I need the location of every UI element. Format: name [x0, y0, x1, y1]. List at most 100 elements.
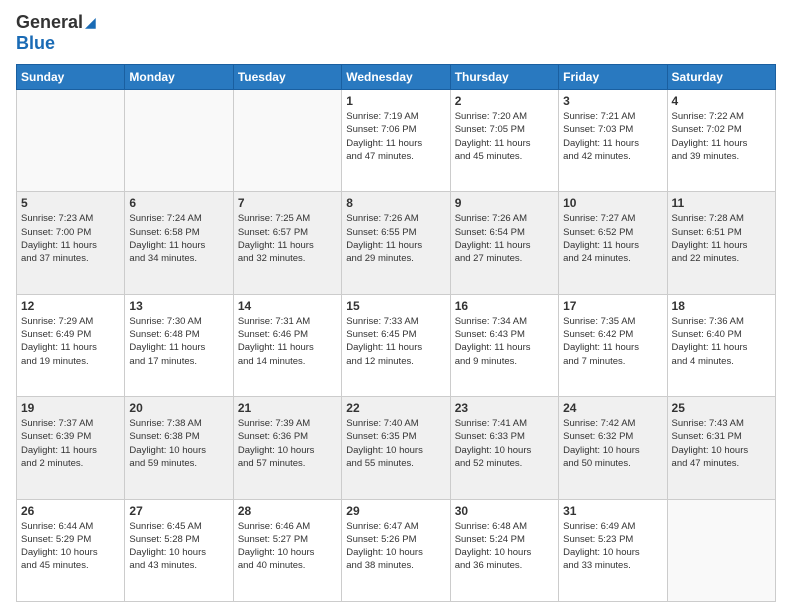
day-number: 5 — [21, 196, 120, 210]
logo-blue-text: Blue — [16, 33, 55, 54]
calendar-header-row: Sunday Monday Tuesday Wednesday Thursday… — [17, 65, 776, 90]
calendar-week-row: 5 Sunrise: 7:23 AM Sunset: 7:00 PM Daylig… — [17, 192, 776, 294]
logo-general-text: General — [16, 12, 83, 33]
table-row: 8 Sunrise: 7:26 AM Sunset: 6:55 PM Daylig… — [342, 192, 450, 294]
table-row: 27 Sunrise: 6:45 AM Sunset: 5:28 PM Dayli… — [125, 499, 233, 601]
day-number: 23 — [455, 401, 554, 415]
table-row: 10 Sunrise: 7:27 AM Sunset: 6:52 PM Dayli… — [559, 192, 667, 294]
table-row: 7Sunrise: 7:25 AM Sunset: 6:57 PM Daylig… — [233, 192, 341, 294]
day-number: 27 — [129, 504, 228, 518]
day-info: Sunrise: 7:38 AM Sunset: 6:38 PM Dayligh… — [129, 417, 228, 470]
day-info: Sunrise: 6:46 AM Sunset: 5:27 PM Dayligh… — [238, 520, 337, 573]
day-info: Sunrise: 7:39 AM Sunset: 6:36 PM Dayligh… — [238, 417, 337, 470]
day-info: Sunrise: 7:42 AM Sunset: 6:32 PM Dayligh… — [563, 417, 662, 470]
day-info: Sunrise: 7:25 AM Sunset: 6:57 PM Dayligh… — [238, 212, 337, 265]
table-row: 29Sunrise: 6:47 AM Sunset: 5:26 PM Dayli… — [342, 499, 450, 601]
day-info: Sunrise: 7:26 AM Sunset: 6:55 PM Dayligh… — [346, 212, 445, 265]
table-row: 12 Sunrise: 7:29 AM Sunset: 6:49 PM Dayli… — [17, 294, 125, 396]
day-info: Sunrise: 7:29 AM Sunset: 6:49 PM Dayligh… — [21, 315, 120, 368]
day-number: 15 — [346, 299, 445, 313]
day-info: Sunrise: 7:20 AM Sunset: 7:05 PM Dayligh… — [455, 110, 554, 163]
day-number: 17 — [563, 299, 662, 313]
table-row: 4Sunrise: 7:22 AM Sunset: 7:02 PM Daylig… — [667, 90, 775, 192]
table-row: 22 Sunrise: 7:40 AM Sunset: 6:35 PM Dayli… — [342, 397, 450, 499]
day-number: 12 — [21, 299, 120, 313]
table-row: 2 Sunrise: 7:20 AM Sunset: 7:05 PM Daylig… — [450, 90, 558, 192]
day-info: Sunrise: 7:23 AM Sunset: 7:00 PM Dayligh… — [21, 212, 120, 265]
day-info: Sunrise: 6:45 AM Sunset: 5:28 PM Dayligh… — [129, 520, 228, 573]
page: General◢ Blue Sunday Monday Tuesday Wedn… — [0, 0, 792, 612]
day-number: 29 — [346, 504, 445, 518]
table-row: 31 Sunrise: 6:49 AM Sunset: 5:23 PM Dayli… — [559, 499, 667, 601]
day-info: Sunrise: 7:22 AM Sunset: 7:02 PM Dayligh… — [672, 110, 771, 163]
table-row: 3 Sunrise: 7:21 AM Sunset: 7:03 PM Daylig… — [559, 90, 667, 192]
day-info: Sunrise: 7:41 AM Sunset: 6:33 PM Dayligh… — [455, 417, 554, 470]
table-row: 19 Sunrise: 7:37 AM Sunset: 6:39 PM Dayli… — [17, 397, 125, 499]
day-info: Sunrise: 7:27 AM Sunset: 6:52 PM Dayligh… — [563, 212, 662, 265]
col-friday: Friday — [559, 65, 667, 90]
day-number: 9 — [455, 196, 554, 210]
table-row — [17, 90, 125, 192]
day-number: 30 — [455, 504, 554, 518]
day-number: 3 — [563, 94, 662, 108]
table-row: 23 Sunrise: 7:41 AM Sunset: 6:33 PM Dayli… — [450, 397, 558, 499]
day-info: Sunrise: 7:28 AM Sunset: 6:51 PM Dayligh… — [672, 212, 771, 265]
day-number: 8 — [346, 196, 445, 210]
col-saturday: Saturday — [667, 65, 775, 90]
day-number: 26 — [21, 504, 120, 518]
day-number: 14 — [238, 299, 337, 313]
day-info: Sunrise: 7:43 AM Sunset: 6:31 PM Dayligh… — [672, 417, 771, 470]
day-info: Sunrise: 6:44 AM Sunset: 5:29 PM Dayligh… — [21, 520, 120, 573]
day-info: Sunrise: 7:21 AM Sunset: 7:03 PM Dayligh… — [563, 110, 662, 163]
table-row: 18 Sunrise: 7:36 AM Sunset: 6:40 PM Dayli… — [667, 294, 775, 396]
day-info: Sunrise: 7:26 AM Sunset: 6:54 PM Dayligh… — [455, 212, 554, 265]
day-number: 22 — [346, 401, 445, 415]
day-info: Sunrise: 7:19 AM Sunset: 7:06 PM Dayligh… — [346, 110, 445, 163]
day-number: 31 — [563, 504, 662, 518]
table-row: 17 Sunrise: 7:35 AM Sunset: 6:42 PM Dayli… — [559, 294, 667, 396]
day-number: 19 — [21, 401, 120, 415]
table-row: 26 Sunrise: 6:44 AM Sunset: 5:29 PM Dayli… — [17, 499, 125, 601]
day-info: Sunrise: 7:37 AM Sunset: 6:39 PM Dayligh… — [21, 417, 120, 470]
day-info: Sunrise: 6:49 AM Sunset: 5:23 PM Dayligh… — [563, 520, 662, 573]
day-number: 1 — [346, 94, 445, 108]
day-number: 18 — [672, 299, 771, 313]
table-row — [667, 499, 775, 601]
day-info: Sunrise: 7:31 AM Sunset: 6:46 PM Dayligh… — [238, 315, 337, 368]
day-info: Sunrise: 6:48 AM Sunset: 5:24 PM Dayligh… — [455, 520, 554, 573]
col-monday: Monday — [125, 65, 233, 90]
day-number: 10 — [563, 196, 662, 210]
day-info: Sunrise: 7:30 AM Sunset: 6:48 PM Dayligh… — [129, 315, 228, 368]
day-number: 2 — [455, 94, 554, 108]
day-info: Sunrise: 7:36 AM Sunset: 6:40 PM Dayligh… — [672, 315, 771, 368]
day-number: 11 — [672, 196, 771, 210]
day-number: 28 — [238, 504, 337, 518]
day-number: 6 — [129, 196, 228, 210]
col-tuesday: Tuesday — [233, 65, 341, 90]
table-row: 20 Sunrise: 7:38 AM Sunset: 6:38 PM Dayli… — [125, 397, 233, 499]
day-number: 21 — [238, 401, 337, 415]
col-thursday: Thursday — [450, 65, 558, 90]
day-number: 20 — [129, 401, 228, 415]
day-number: 24 — [563, 401, 662, 415]
col-wednesday: Wednesday — [342, 65, 450, 90]
day-number: 16 — [455, 299, 554, 313]
logo-bird-icon: ◢ — [85, 14, 96, 31]
day-info: Sunrise: 7:33 AM Sunset: 6:45 PM Dayligh… — [346, 315, 445, 368]
day-info: Sunrise: 7:35 AM Sunset: 6:42 PM Dayligh… — [563, 315, 662, 368]
calendar-week-row: 19 Sunrise: 7:37 AM Sunset: 6:39 PM Dayli… — [17, 397, 776, 499]
table-row: 6Sunrise: 7:24 AM Sunset: 6:58 PM Daylig… — [125, 192, 233, 294]
logo: General◢ Blue — [16, 12, 96, 54]
calendar-week-row: 1 Sunrise: 7:19 AM Sunset: 7:06 PM Daylig… — [17, 90, 776, 192]
table-row: 1 Sunrise: 7:19 AM Sunset: 7:06 PM Daylig… — [342, 90, 450, 192]
table-row: 16 Sunrise: 7:34 AM Sunset: 6:43 PM Dayli… — [450, 294, 558, 396]
table-row — [233, 90, 341, 192]
calendar-table: Sunday Monday Tuesday Wednesday Thursday… — [16, 64, 776, 602]
day-info: Sunrise: 7:40 AM Sunset: 6:35 PM Dayligh… — [346, 417, 445, 470]
day-info: Sunrise: 7:34 AM Sunset: 6:43 PM Dayligh… — [455, 315, 554, 368]
calendar-week-row: 26 Sunrise: 6:44 AM Sunset: 5:29 PM Dayli… — [17, 499, 776, 601]
table-row: 25 Sunrise: 7:43 AM Sunset: 6:31 PM Dayli… — [667, 397, 775, 499]
col-sunday: Sunday — [17, 65, 125, 90]
header: General◢ Blue — [16, 12, 776, 54]
day-number: 25 — [672, 401, 771, 415]
